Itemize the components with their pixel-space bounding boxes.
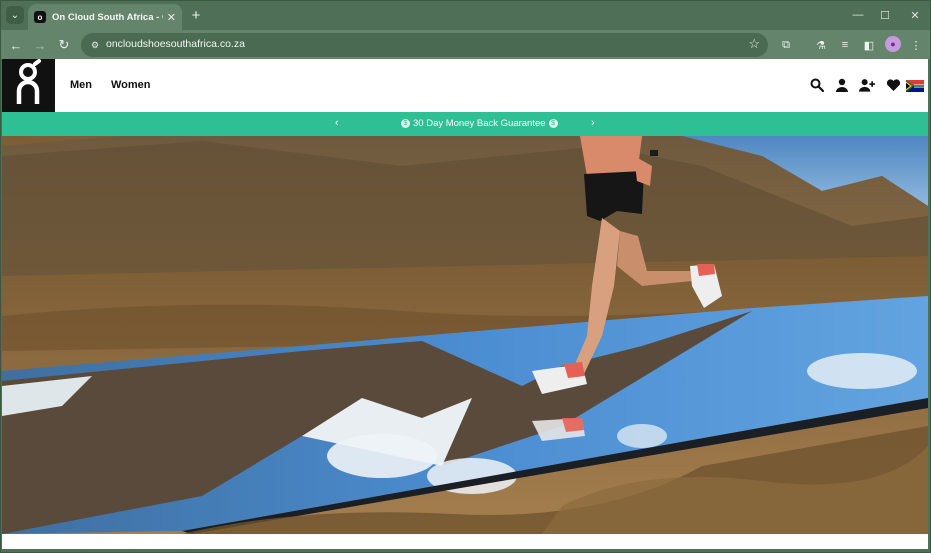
chevron-down-icon: ⌄: [10, 9, 20, 21]
nav-women[interactable]: Women: [111, 79, 151, 91]
address-bar[interactable]: ⚙ oncloudshoesouthafrica.co.za ☆: [81, 33, 768, 57]
labs-button[interactable]: ⚗: [812, 36, 830, 54]
bookmark-star-icon[interactable]: ☆: [748, 36, 760, 52]
tab-title: On Cloud South Africa - On Ru: [52, 11, 163, 23]
promo-banner: ‹ $ 30 Day Money Back Guarantee $ ›: [2, 112, 928, 136]
arrow-left-icon: ←: [9, 37, 23, 53]
avatar-icon: ●: [890, 39, 896, 49]
close-icon: ✕: [910, 9, 920, 22]
browser-tab[interactable]: o On Cloud South Africa - On Ru ✕: [28, 4, 182, 30]
close-icon[interactable]: ✕: [167, 11, 176, 24]
site-header: Men Women: [2, 59, 928, 112]
nav-men[interactable]: Men: [70, 79, 92, 91]
browser-window: ⌄ o On Cloud South Africa - On Ru ✕ + — …: [0, 0, 931, 553]
register-button[interactable]: [859, 77, 875, 93]
promo-prev-button[interactable]: ‹: [335, 117, 339, 129]
side-panel-button[interactable]: ◧: [860, 36, 878, 54]
info-icon: $: [401, 119, 410, 128]
info-icon: $: [548, 119, 558, 128]
plus-icon: +: [191, 6, 201, 24]
site-info-icon[interactable]: ⚙: [87, 37, 103, 53]
promo-text: 30 Day Money Back Guarantee: [413, 118, 546, 129]
tab-search-button[interactable]: ⌄: [6, 6, 24, 24]
tab-strip: ⌄ o On Cloud South Africa - On Ru ✕ + — …: [1, 1, 930, 30]
extensions-button[interactable]: ⧉: [777, 36, 795, 54]
wishlist-button[interactable]: [885, 77, 901, 93]
minimize-icon: —: [852, 9, 864, 21]
new-tab-button[interactable]: +: [187, 6, 205, 24]
promo-message: $ 30 Day Money Back Guarantee $: [398, 118, 561, 129]
search-button[interactable]: [809, 77, 825, 93]
back-button[interactable]: ←: [7, 36, 25, 54]
promo-next-button[interactable]: ›: [591, 117, 595, 129]
country-selector[interactable]: [906, 79, 924, 92]
side-panel-icon: ◧: [863, 39, 875, 52]
reading-list-icon: ≡: [841, 39, 849, 51]
puzzle-icon: ⧉: [782, 38, 790, 51]
on-logo[interactable]: [2, 59, 55, 112]
profile-avatar[interactable]: ●: [885, 36, 901, 52]
search-icon: [810, 78, 824, 92]
heart-icon: [886, 79, 900, 91]
account-button[interactable]: [834, 77, 850, 93]
close-window-button[interactable]: ✕: [904, 6, 926, 24]
hero-photo: [2, 136, 928, 534]
user-icon: [836, 78, 848, 92]
south-africa-flag-icon: [906, 80, 924, 92]
browser-toolbar: ← → ↻ ⚙ oncloudshoesouthafrica.co.za ☆ ⧉…: [1, 30, 930, 59]
forward-button[interactable]: →: [31, 36, 49, 54]
hero-image[interactable]: [2, 136, 928, 534]
kebab-menu-icon: ⋮: [910, 39, 922, 52]
maximize-icon: ☐: [880, 9, 890, 22]
flask-icon: ⚗: [816, 39, 826, 52]
minimize-button[interactable]: —: [847, 6, 869, 24]
url-text: oncloudshoesouthafrica.co.za: [106, 38, 245, 50]
menu-button[interactable]: ⋮: [907, 36, 925, 54]
maximize-button[interactable]: ☐: [874, 6, 896, 24]
add-user-icon: [859, 79, 875, 92]
page-bottom: [2, 534, 928, 549]
on-logo-icon: o: [34, 11, 46, 23]
web-page: Men Women ‹ $ 30 Day Money Back Guarante…: [2, 59, 928, 549]
on-logo-icon: [16, 59, 41, 104]
arrow-right-icon: →: [33, 37, 47, 53]
reload-button[interactable]: ↻: [55, 36, 73, 54]
reading-list-button[interactable]: ≡: [836, 36, 854, 54]
reload-icon: ↻: [58, 37, 70, 52]
